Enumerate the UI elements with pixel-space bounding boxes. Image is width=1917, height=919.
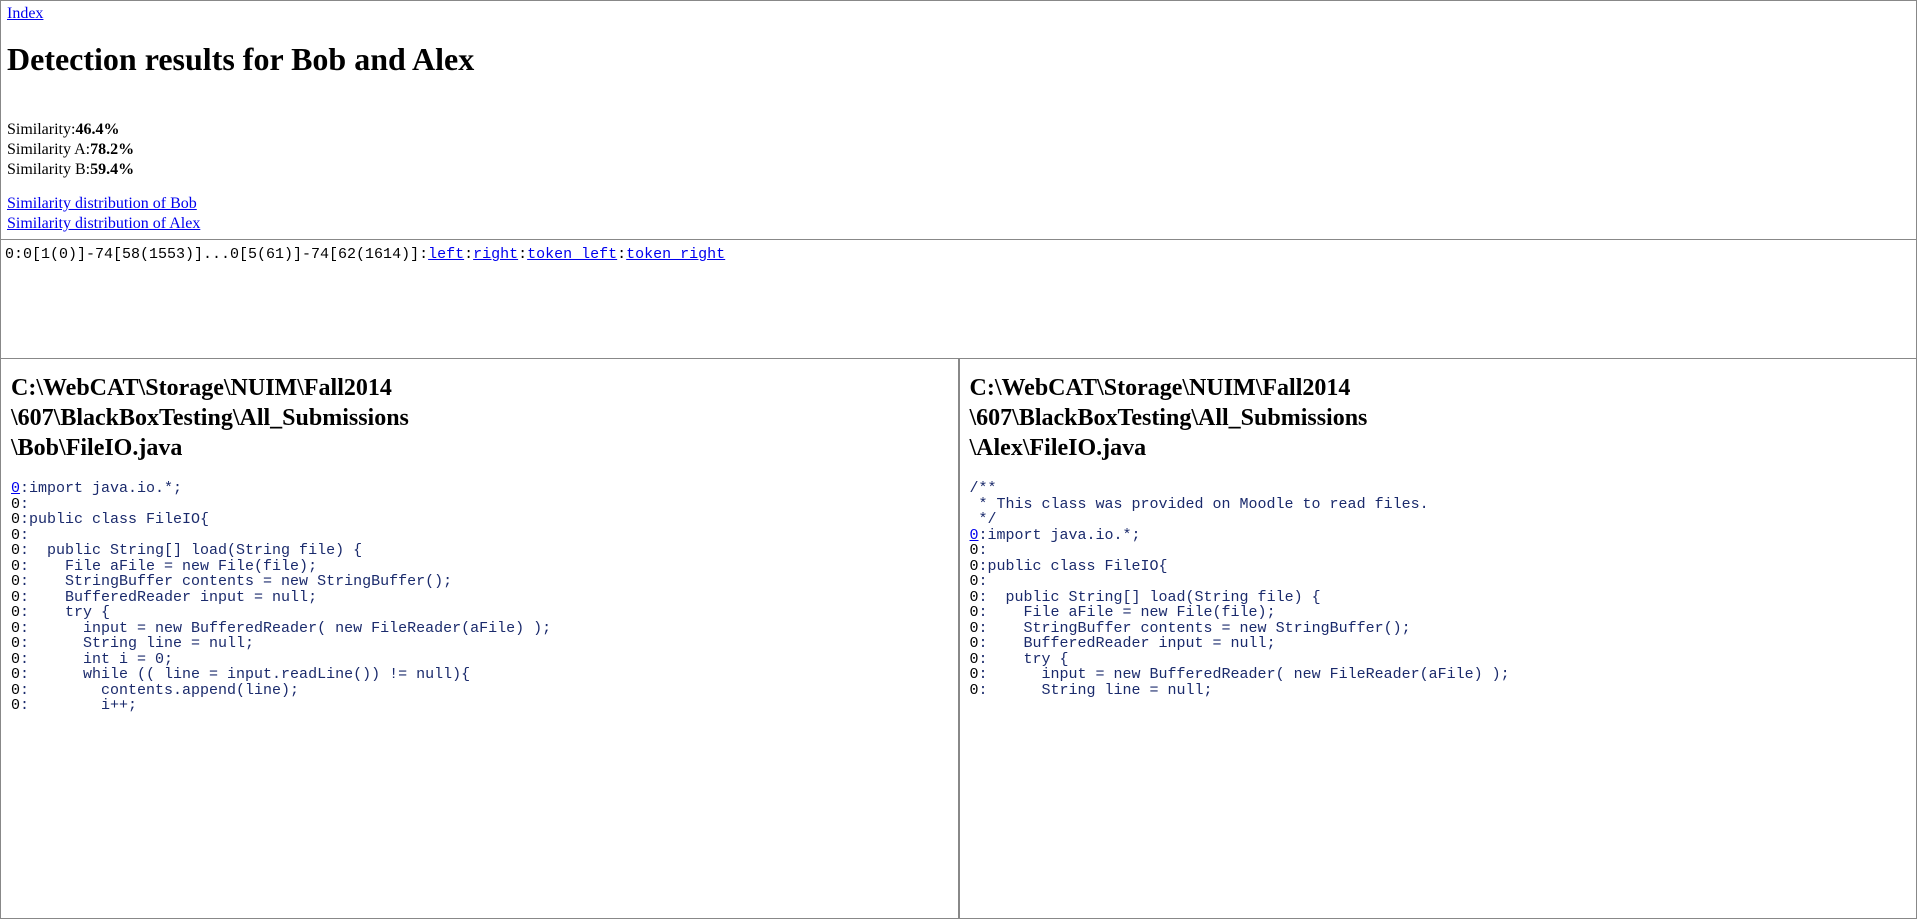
right-code-frame[interactable]: C:\WebCAT\Storage\NUIM\Fall2014 \607\Bla…: [959, 358, 1917, 919]
code-anchor[interactable]: 0: [970, 527, 979, 544]
similarity-label: Similarity:: [7, 121, 75, 138]
similarity-overall: Similarity:46.4%: [7, 120, 1910, 140]
match-navigation-frame[interactable]: 0:0[1(0)]-74[58(1553)]...0[5(61)]-74[62(…: [0, 240, 1917, 358]
top-frame[interactable]: Index Detection results for Bob and Alex…: [0, 0, 1917, 240]
distribution-alex-link[interactable]: Similarity distribution of Alex: [7, 215, 200, 232]
left-file-path: C:\WebCAT\Storage\NUIM\Fall2014 \607\Bla…: [11, 373, 952, 463]
index-link[interactable]: Index: [7, 5, 43, 22]
similarity-a-label: Similarity A:: [7, 141, 90, 158]
right-file-path: C:\WebCAT\Storage\NUIM\Fall2014 \607\Bla…: [970, 373, 1911, 463]
similarity-a: Similarity A:78.2%: [7, 140, 1910, 160]
similarity-b-value: 59.4%: [90, 161, 134, 178]
frameset: Index Detection results for Bob and Alex…: [0, 0, 1917, 919]
code-anchor[interactable]: 0: [11, 480, 20, 497]
nav-sep: :: [464, 246, 473, 263]
nav-sep: :: [617, 246, 626, 263]
page-title: Detection results for Bob and Alex: [7, 41, 1910, 78]
nav-token-left-link[interactable]: token left: [527, 246, 617, 263]
match-range-text: 0:0[1(0)]-74[58(1553)]...0[5(61)]-74[62(…: [5, 246, 428, 263]
distribution-bob-link[interactable]: Similarity distribution of Bob: [7, 195, 197, 212]
nav-token-right-link[interactable]: token right: [626, 246, 725, 263]
similarity-value: 46.4%: [75, 121, 119, 138]
distribution-links: Similarity distribution of Bob Similarit…: [7, 194, 1910, 234]
right-code-listing: /** * This class was provided on Moodle …: [970, 481, 1911, 698]
similarity-a-value: 78.2%: [90, 141, 134, 158]
left-code-listing: 0:import java.io.*; 0: 0:public class Fi…: [11, 481, 952, 714]
similarity-b-label: Similarity B:: [7, 161, 90, 178]
nav-right-link[interactable]: right: [473, 246, 518, 263]
nav-left-link[interactable]: left: [428, 246, 464, 263]
similarity-b: Similarity B:59.4%: [7, 160, 1910, 180]
nav-sep: :: [518, 246, 527, 263]
left-code-frame[interactable]: C:\WebCAT\Storage\NUIM\Fall2014 \607\Bla…: [0, 358, 959, 919]
bottom-frames: C:\WebCAT\Storage\NUIM\Fall2014 \607\Bla…: [0, 358, 1917, 919]
